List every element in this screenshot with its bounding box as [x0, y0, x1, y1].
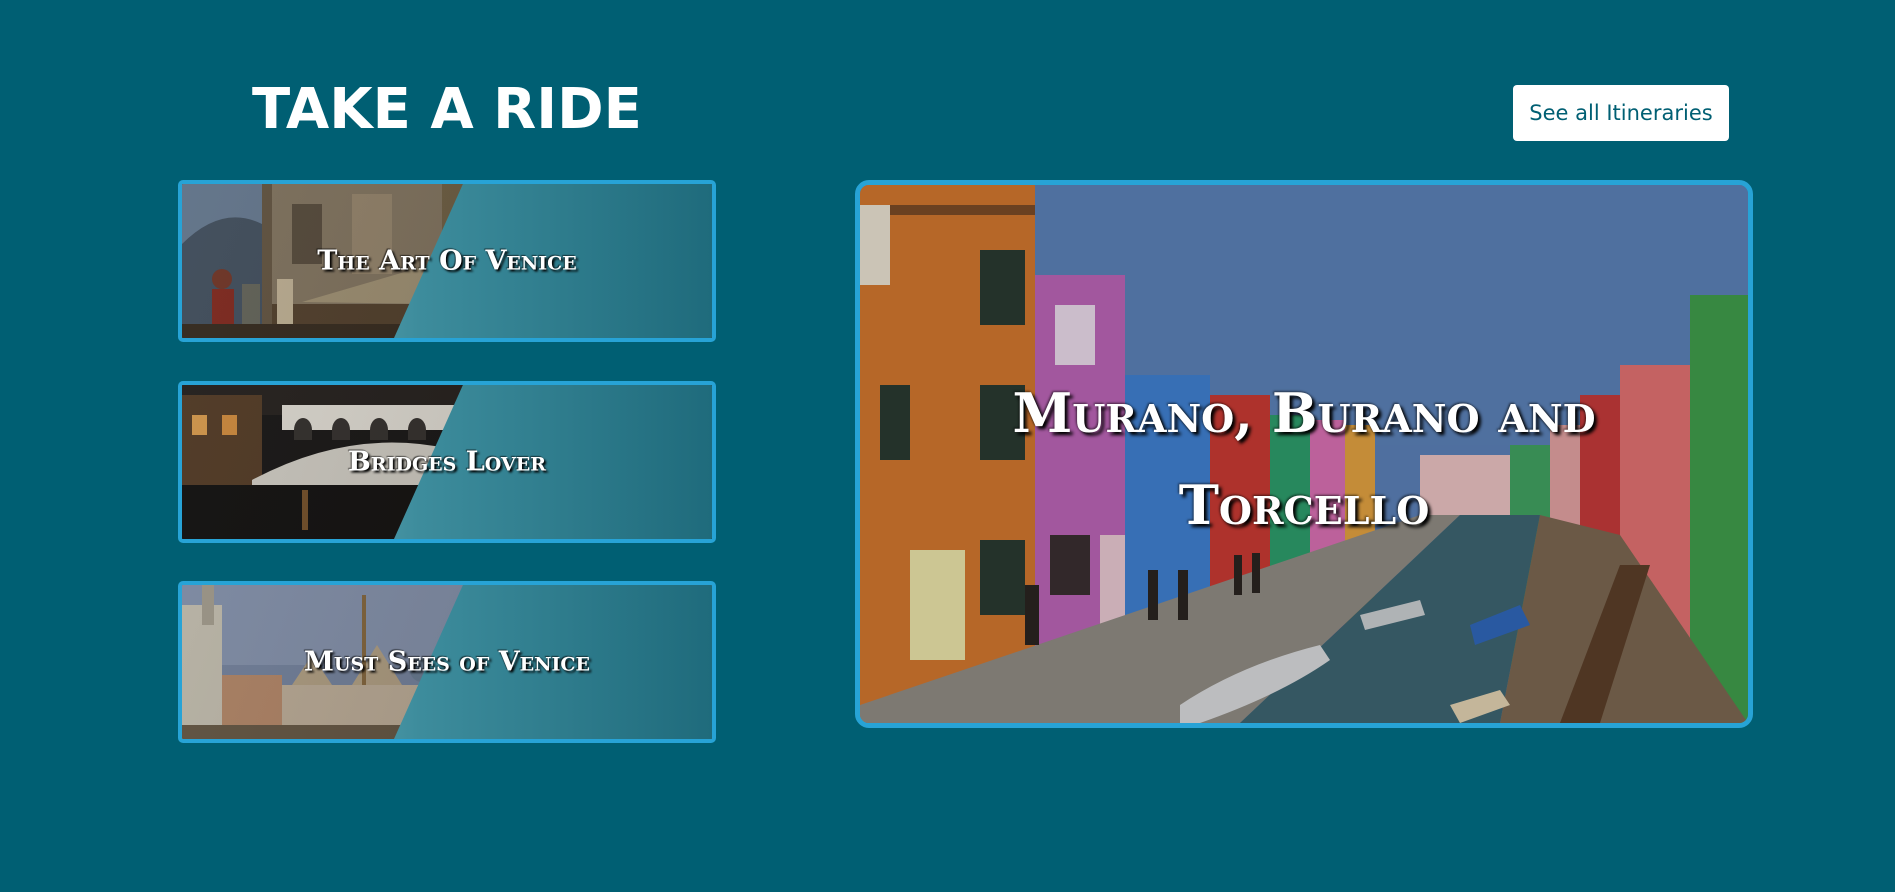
card-label: The Art Of Venice [317, 245, 577, 277]
featured-itinerary-label: Murano, Burano and Torcello [1012, 381, 1596, 537]
card-label: Bridges Lover [347, 446, 547, 478]
see-all-itineraries-button[interactable]: See all Itineraries [1513, 85, 1729, 141]
itinerary-card-must-sees[interactable]: Must Sees of Venice [178, 581, 716, 743]
take-a-ride-section: TAKE A RIDE See all Itineraries The Art … [0, 0, 1895, 894]
itinerary-card-bridges-lover[interactable]: Bridges Lover [178, 381, 716, 543]
featured-itinerary-card[interactable]: Murano, Burano and Torcello [855, 180, 1753, 728]
section-title: TAKE A RIDE [252, 77, 642, 142]
itinerary-card-art-of-venice[interactable]: The Art Of Venice [178, 180, 716, 342]
card-label: Must Sees of Venice [303, 646, 591, 678]
